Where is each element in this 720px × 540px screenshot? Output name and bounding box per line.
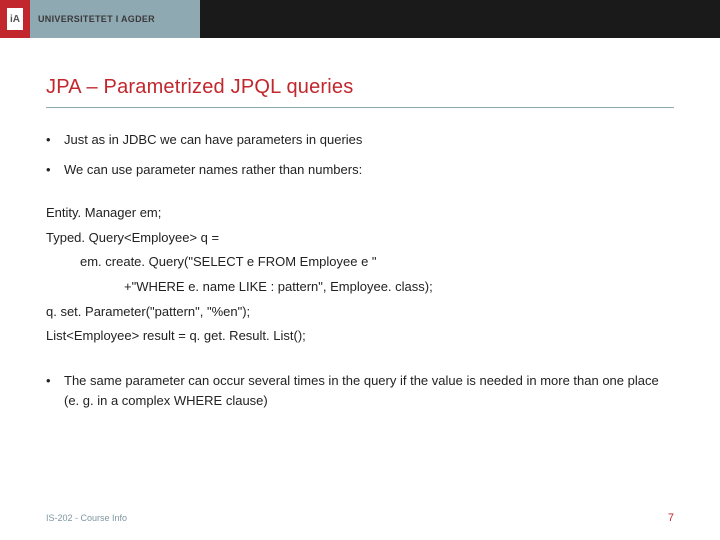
bullet-list-bottom: The same parameter can occur several tim…: [46, 371, 674, 410]
code-line: em. create. Query("SELECT e FROM Employe…: [46, 250, 674, 275]
bullet-item: Just as in JDBC we can have parameters i…: [46, 130, 674, 150]
code-line: +"WHERE e. name LIKE : pattern", Employe…: [46, 275, 674, 300]
brand-logo: iA: [0, 0, 30, 38]
brand-monogram: iA: [7, 8, 23, 30]
page-number: 7: [668, 512, 674, 524]
code-line: q. set. Parameter("pattern", "%en");: [46, 300, 674, 325]
code-block: Entity. Manager em; Typed. Query<Employe…: [46, 201, 674, 349]
bullet-list-top: Just as in JDBC we can have parameters i…: [46, 130, 674, 179]
slide-title: JPA – Parametrized JPQL queries: [46, 76, 674, 108]
bullet-item: The same parameter can occur several tim…: [46, 371, 674, 410]
slide-body: JPA – Parametrized JPQL queries Just as …: [0, 38, 720, 410]
brand-chip: iA UNIVERSITETET I AGDER: [0, 0, 200, 38]
bullet-item: We can use parameter names rather than n…: [46, 160, 674, 180]
code-line: List<Employee> result = q. get. Result. …: [46, 324, 674, 349]
code-line: Entity. Manager em;: [46, 201, 674, 226]
code-line: Typed. Query<Employee> q =: [46, 226, 674, 251]
slide-footer: IS-202 - Course Info 7: [46, 512, 674, 524]
footer-left: IS-202 - Course Info: [46, 513, 127, 523]
brand-name: UNIVERSITETET I AGDER: [38, 14, 155, 24]
title-bar: iA UNIVERSITETET I AGDER: [0, 0, 720, 38]
